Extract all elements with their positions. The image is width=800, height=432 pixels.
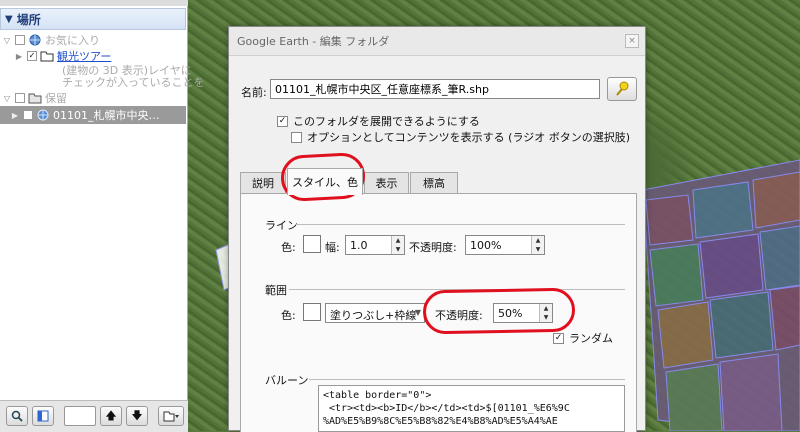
pushpin-icon bbox=[616, 81, 629, 96]
search-button[interactable] bbox=[6, 406, 28, 426]
places-title: 場所 bbox=[16, 12, 41, 27]
dialog-titlebar[interactable]: Google Earth - 編集 フォルダ × bbox=[229, 27, 645, 56]
folder-open-icon bbox=[28, 93, 42, 104]
random-color-label: ランダム bbox=[569, 332, 613, 345]
radio-contents-label: オプションとしてコンテンツを表示する (ラジオ ボタンの選択肢) bbox=[307, 131, 631, 144]
line-opacity-spinner[interactable]: 100% ▲ ▼ bbox=[465, 235, 545, 255]
tree-expand-icon[interactable]: ▽ bbox=[2, 36, 12, 45]
section-divider bbox=[289, 289, 625, 290]
tab-description[interactable]: 説明 bbox=[240, 172, 286, 193]
fill-style-select[interactable]: 塗りつぶし+枠線 ▼ bbox=[325, 303, 425, 323]
folder-icon bbox=[40, 51, 54, 62]
edit-folder-dialog: Google Earth - 編集 フォルダ × 名前: ✓ このフォルダを展開… bbox=[228, 26, 646, 432]
line-width-spinner[interactable]: 1.0 ▲ ▼ bbox=[345, 235, 405, 255]
line-width-value: 1.0 bbox=[350, 239, 368, 252]
tree-item-description: チェックが入っていることを bbox=[62, 74, 204, 90]
area-opacity-value: 50% bbox=[498, 307, 523, 320]
panel-toggle-button[interactable] bbox=[32, 406, 54, 426]
order-field[interactable] bbox=[64, 406, 96, 426]
tree-expand-icon[interactable]: ▶ bbox=[10, 111, 20, 120]
tree-item-label: 保留 bbox=[45, 92, 67, 105]
tab-style-color[interactable]: スタイル、色 bbox=[287, 168, 363, 195]
move-up-button[interactable]: 🡅 bbox=[100, 406, 122, 426]
radio-contents-option[interactable]: オプションとしてコンテンツを表示する (ラジオ ボタンの選択肢) bbox=[291, 129, 630, 145]
random-color-option[interactable]: ✓ ランダム bbox=[553, 330, 613, 346]
tab-label: スタイル、色 bbox=[292, 176, 358, 189]
chevron-down-icon: ▼ bbox=[414, 308, 421, 317]
dialog-title: Google Earth - 編集 フォルダ bbox=[237, 35, 390, 48]
spinner-arrows-icon[interactable]: ▲ ▼ bbox=[391, 236, 404, 254]
area-section-title: 範囲 bbox=[265, 284, 287, 297]
area-color-label: 色: bbox=[281, 309, 296, 322]
tab-view[interactable]: 表示 bbox=[364, 172, 409, 193]
tree-expand-icon[interactable]: ▶ bbox=[14, 52, 24, 61]
radio-contents-checkbox[interactable] bbox=[291, 131, 302, 143]
balloon-section-title: バルーン bbox=[265, 374, 309, 387]
left-panel-toolbar: 🡅 🡇 bbox=[0, 400, 188, 432]
tree-checkbox[interactable] bbox=[15, 93, 25, 103]
line-opacity-value: 100% bbox=[470, 239, 502, 252]
globe-icon bbox=[37, 109, 49, 121]
tree-checkbox[interactable]: ✓ bbox=[23, 110, 33, 120]
area-opacity-label: 不透明度: bbox=[435, 309, 483, 322]
tree-checkbox[interactable] bbox=[15, 35, 25, 45]
line-section-title: ライン bbox=[265, 219, 298, 232]
name-input[interactable] bbox=[270, 79, 600, 99]
expand-folder-checkbox[interactable]: ✓ bbox=[277, 115, 288, 127]
tab-label: 表示 bbox=[375, 177, 398, 190]
tab-label: 標高 bbox=[423, 177, 445, 190]
area-color-swatch[interactable] bbox=[303, 303, 321, 321]
sidebar-icon bbox=[37, 410, 49, 422]
close-button[interactable]: × bbox=[625, 34, 639, 48]
tree-expand-icon[interactable]: ▽ bbox=[2, 94, 12, 103]
section-divider bbox=[309, 379, 625, 380]
line-opacity-label: 不透明度: bbox=[409, 241, 457, 254]
fill-style-value: 塗りつぶし+枠線 bbox=[330, 309, 417, 322]
arrow-up-icon: 🡅 bbox=[105, 408, 117, 422]
line-color-label: 色: bbox=[281, 241, 296, 254]
tree-item-label: お気に入り bbox=[45, 34, 100, 47]
area-opacity-spinner[interactable]: 50% ▲ ▼ bbox=[493, 303, 553, 323]
line-color-swatch[interactable] bbox=[303, 235, 321, 253]
spinner-arrows-icon[interactable]: ▲ ▼ bbox=[539, 304, 552, 322]
tree-item-label: 01101_札幌市中央… bbox=[53, 109, 160, 122]
globe-icon bbox=[29, 34, 41, 46]
expand-folder-label: このフォルダを展開できるようにする bbox=[293, 115, 480, 128]
places-header[interactable]: ▼ 場所 bbox=[0, 8, 186, 30]
tree-item-selected-shapefile[interactable]: ▶ ✓ 01101_札幌市中央… bbox=[0, 106, 186, 124]
places-panel: ▼ 場所 ▽ お気に入り ▶ ✓ 観光ツアー (建物の 3D 表示)レイヤに チ… bbox=[0, 0, 204, 432]
tab-label: 説明 bbox=[252, 177, 274, 190]
spinner-arrows-icon[interactable]: ▲ ▼ bbox=[531, 236, 544, 254]
tree-item-temporary[interactable]: ▽ 保留 bbox=[2, 90, 67, 106]
arrow-down-icon: 🡇 bbox=[131, 408, 143, 422]
tab-altitude[interactable]: 標高 bbox=[410, 172, 458, 193]
section-divider bbox=[295, 224, 625, 225]
tree-description-line: チェックが入っていることを bbox=[62, 76, 205, 89]
line-width-label: 幅: bbox=[325, 241, 340, 254]
move-down-button[interactable]: 🡇 bbox=[126, 406, 148, 426]
balloon-html-textarea[interactable]: <table border="0"> <tr><td><b>ID</b></td… bbox=[318, 385, 625, 432]
tree-item-favorites[interactable]: ▽ お気に入り bbox=[2, 32, 100, 48]
expand-folder-option[interactable]: ✓ このフォルダを展開できるようにする bbox=[277, 113, 480, 129]
close-icon: × bbox=[628, 36, 636, 46]
name-label: 名前: bbox=[241, 86, 267, 99]
folder-icon bbox=[163, 411, 179, 422]
panel-top-strip bbox=[0, 0, 188, 6]
search-icon bbox=[11, 410, 23, 422]
collapse-triangle-icon[interactable]: ▼ bbox=[5, 14, 13, 25]
folder-menu-button[interactable] bbox=[158, 406, 184, 426]
pushpin-icon-button[interactable] bbox=[607, 77, 637, 101]
tree-checkbox[interactable]: ✓ bbox=[27, 51, 37, 61]
random-color-checkbox[interactable]: ✓ bbox=[553, 332, 564, 344]
